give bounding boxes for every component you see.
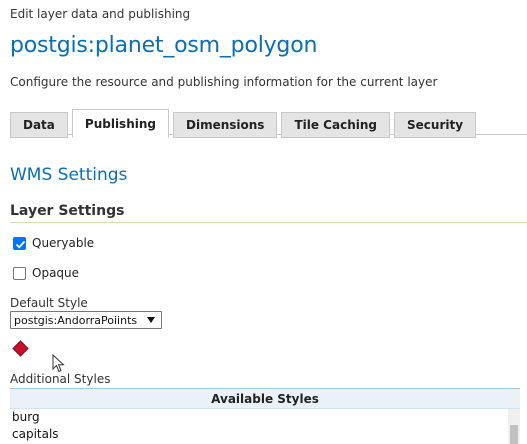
additional-styles-label: Additional Styles (10, 372, 111, 386)
default-style-select[interactable]: postgis:AndorraPoiints (10, 311, 162, 329)
breadcrumb: Edit layer data and publishing (10, 7, 191, 21)
list-item[interactable]: capitals (10, 426, 520, 443)
opaque-label: Opaque (32, 266, 80, 280)
layer-edit-page: Edit layer data and publishing postgis:p… (0, 0, 527, 444)
styles-scrollbar[interactable] (508, 409, 520, 444)
page-title: postgis:planet_osm_polygon (10, 33, 318, 58)
checkmark-icon (15, 240, 26, 248)
queryable-option[interactable]: Queryable (13, 236, 94, 250)
tab-data[interactable]: Data (10, 112, 68, 138)
page-subtitle: Configure the resource and publishing in… (10, 75, 438, 89)
tab-publishing[interactable]: Publishing (71, 109, 169, 138)
red-diamond-icon (12, 340, 29, 357)
available-styles-list[interactable]: burg capitals (10, 409, 520, 444)
layer-settings-heading: Layer Settings (10, 203, 125, 219)
default-style-value: postgis:AndorraPoiints (14, 313, 138, 327)
section-divider (10, 222, 527, 223)
mouse-cursor-icon (52, 354, 65, 373)
opaque-option[interactable]: Opaque (13, 266, 79, 280)
tab-bar: Data Publishing Dimensions Tile Caching … (10, 109, 480, 138)
available-styles-table: Available Styles burg capitals (10, 388, 520, 444)
queryable-checkbox[interactable] (13, 236, 26, 250)
tab-dimensions[interactable]: Dimensions (173, 112, 278, 138)
tab-security[interactable]: Security (394, 112, 477, 138)
list-item[interactable]: burg (10, 409, 520, 426)
available-styles-header: Available Styles (10, 389, 520, 409)
opaque-checkbox[interactable] (13, 266, 26, 280)
wms-settings-title: WMS Settings (10, 165, 128, 185)
scrollbar-thumb[interactable] (510, 425, 518, 444)
default-style-label: Default Style (10, 296, 88, 310)
dropdown-arrow-icon (147, 317, 155, 323)
queryable-label: Queryable (32, 236, 95, 250)
tab-tile-caching[interactable]: Tile Caching (281, 112, 390, 138)
